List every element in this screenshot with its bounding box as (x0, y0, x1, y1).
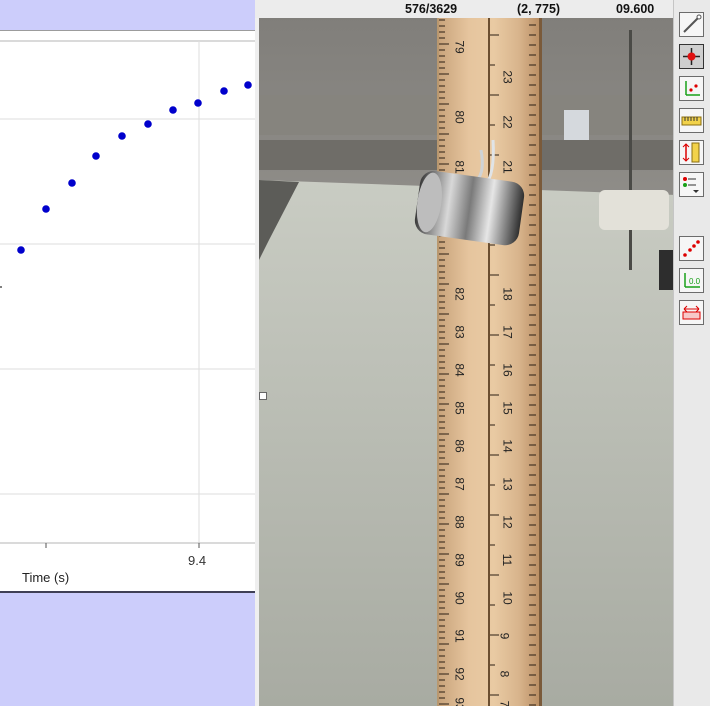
data-point[interactable] (194, 99, 202, 107)
resize-handle[interactable] (259, 392, 267, 400)
video-readout-bar: 576/3629 (2, 775) 09.600 (255, 0, 673, 18)
video-view[interactable]: 79 80 81 23 22 21 82 83 84 85 86 87 88 8… (255, 0, 673, 706)
vertical-measure-icon[interactable] (679, 140, 704, 165)
graph-plot-area[interactable]: 9.4 (0, 31, 255, 591)
svg-text:0.0: 0.0 (689, 277, 701, 286)
tools-toolbar: 0.0 (673, 0, 710, 706)
zero-origin-icon[interactable]: 0.0 (679, 268, 704, 293)
data-points-icon[interactable] (679, 236, 704, 261)
data-point[interactable] (42, 205, 50, 213)
line-tool-icon[interactable] (679, 12, 704, 37)
position-time-graph[interactable]: 9.4 Time (s) (0, 30, 255, 593)
time-readout: 09.600 (616, 2, 655, 16)
data-point[interactable] (118, 132, 126, 140)
data-point[interactable] (92, 152, 100, 160)
data-points (0, 81, 252, 288)
axes-tool-icon[interactable] (679, 76, 704, 101)
hanging-mass (414, 139, 525, 246)
dimension-icon[interactable] (679, 300, 704, 325)
track-options-icon[interactable] (679, 172, 704, 197)
data-point[interactable] (244, 81, 252, 89)
x-axis-title: Time (s) (22, 570, 70, 585)
x-tick-label: 9.4 (188, 553, 206, 568)
data-point[interactable] (17, 246, 25, 254)
data-point[interactable] (169, 106, 177, 114)
scale-tool-icon[interactable] (679, 108, 704, 133)
point-tool-icon[interactable] (679, 44, 704, 69)
data-point[interactable] (144, 120, 152, 128)
data-point[interactable] (220, 87, 228, 95)
frame-counter: 576/3629 (405, 2, 458, 16)
data-point[interactable] (68, 179, 76, 187)
cursor-coordinates: (2, 775) (517, 2, 561, 16)
